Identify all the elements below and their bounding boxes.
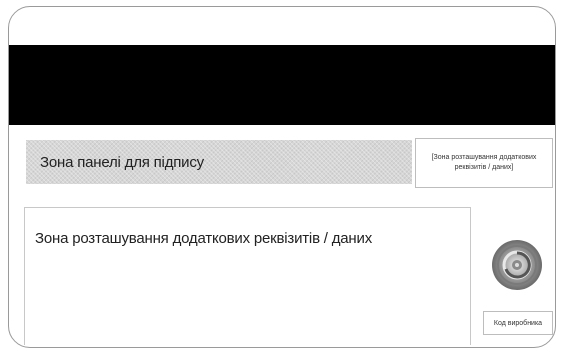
magnetic-stripe xyxy=(9,45,555,125)
vendor-code-label: Код виробника xyxy=(493,319,543,327)
card-back: Зона панелі для підпису [Зона розташуван… xyxy=(8,6,556,348)
additional-details-zone: Зона розташування додаткових реквізитів … xyxy=(24,207,471,345)
additional-details-small-box: [Зона розташування додаткових реквізитів… xyxy=(415,138,553,188)
vendor-code-box: Код виробника xyxy=(483,311,553,335)
signature-zone-label: Зона панелі для підпису xyxy=(40,153,204,171)
small-zone-label: [Зона розташування додаткових реквізитів… xyxy=(431,154,537,171)
hologram-icon xyxy=(492,240,542,290)
details-zone-label: Зона розташування додаткових реквізитів … xyxy=(35,230,372,247)
signature-panel: Зона панелі для підпису xyxy=(26,140,412,184)
